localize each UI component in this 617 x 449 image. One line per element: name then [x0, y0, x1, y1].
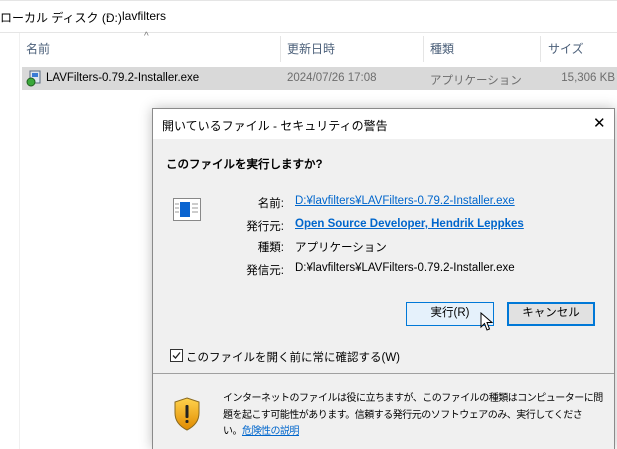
column-header-type[interactable]: 種類	[430, 40, 454, 57]
address-bar[interactable]: ローカル ディスク (D:) › lavfilters	[0, 1, 617, 33]
name-label: 名前:	[257, 198, 284, 210]
dialog-question: このファイルを実行しますか?	[166, 159, 323, 171]
dialog-title: 開いているファイル - セキュリティの警告	[162, 119, 388, 133]
type-value: アプリケーション	[295, 242, 387, 254]
file-name[interactable]: LAVFilters-0.79.2-Installer.exe	[46, 72, 199, 84]
warning-line: い。	[223, 426, 243, 437]
file-type: アプリケーション	[430, 75, 522, 87]
sort-ascending-icon: ^	[144, 31, 149, 42]
always-ask-checkbox[interactable]	[170, 349, 183, 362]
warning-line: 題を起こす可能性があります。信頼する発行元のソフトウェアのみ、実行してくださ	[223, 409, 583, 421]
close-icon[interactable]: ✕	[593, 114, 606, 132]
security-warning-dialog: 開いているファイル - セキュリティの警告 ✕ このファイルを実行しますか? 名…	[152, 108, 615, 449]
separator	[153, 373, 614, 374]
column-header-modified[interactable]: 更新日時	[287, 40, 335, 57]
warning-line: インターネットのファイルは役に立ちますが、このファイルの種類はコンピューターに問	[223, 393, 603, 404]
name-link[interactable]: D:¥lavfilters¥LAVFilters-0.79.2-Installe…	[295, 195, 515, 207]
breadcrumb-item-drive[interactable]: ローカル ディスク (D:)	[0, 9, 122, 26]
column-divider[interactable]	[540, 36, 541, 62]
checkmark-icon	[172, 352, 181, 359]
column-header-size[interactable]: サイズ	[548, 40, 584, 57]
file-size: 15,306 KB	[561, 72, 615, 84]
installer-exe-icon	[26, 70, 41, 87]
source-value: D:¥lavfilters¥LAVFilters-0.79.2-Installe…	[295, 262, 515, 274]
type-label: 種類:	[257, 242, 284, 254]
column-divider[interactable]	[280, 36, 281, 62]
always-ask-label[interactable]: このファイルを開く前に常に確認する(W)	[186, 349, 400, 365]
breadcrumb-item-folder[interactable]: lavfilters	[122, 9, 166, 23]
breadcrumb-separator-icon: ›	[106, 9, 110, 23]
dialog-title-bar[interactable]: 開いているファイル - セキュリティの警告 ✕	[153, 109, 614, 139]
column-divider[interactable]	[423, 36, 424, 62]
mouse-cursor-icon	[480, 312, 494, 331]
source-label: 発信元:	[246, 265, 284, 277]
cancel-button[interactable]: キャンセル	[507, 302, 595, 326]
application-icon	[173, 198, 201, 221]
warning-shield-icon	[174, 397, 200, 431]
file-modified: 2024/07/26 17:08	[287, 72, 377, 84]
column-header-name[interactable]: 名前	[26, 40, 50, 57]
publisher-label: 発行元:	[246, 221, 284, 233]
navigation-pane[interactable]	[0, 33, 20, 449]
publisher-link[interactable]: Open Source Developer, Hendrik Leppkes	[295, 218, 524, 230]
warning-text: インターネットのファイルは役に立ちますが、このファイルの種類はコンピューターに問…	[223, 391, 603, 441]
risk-explanation-link[interactable]: 危険性の説明	[242, 426, 300, 437]
